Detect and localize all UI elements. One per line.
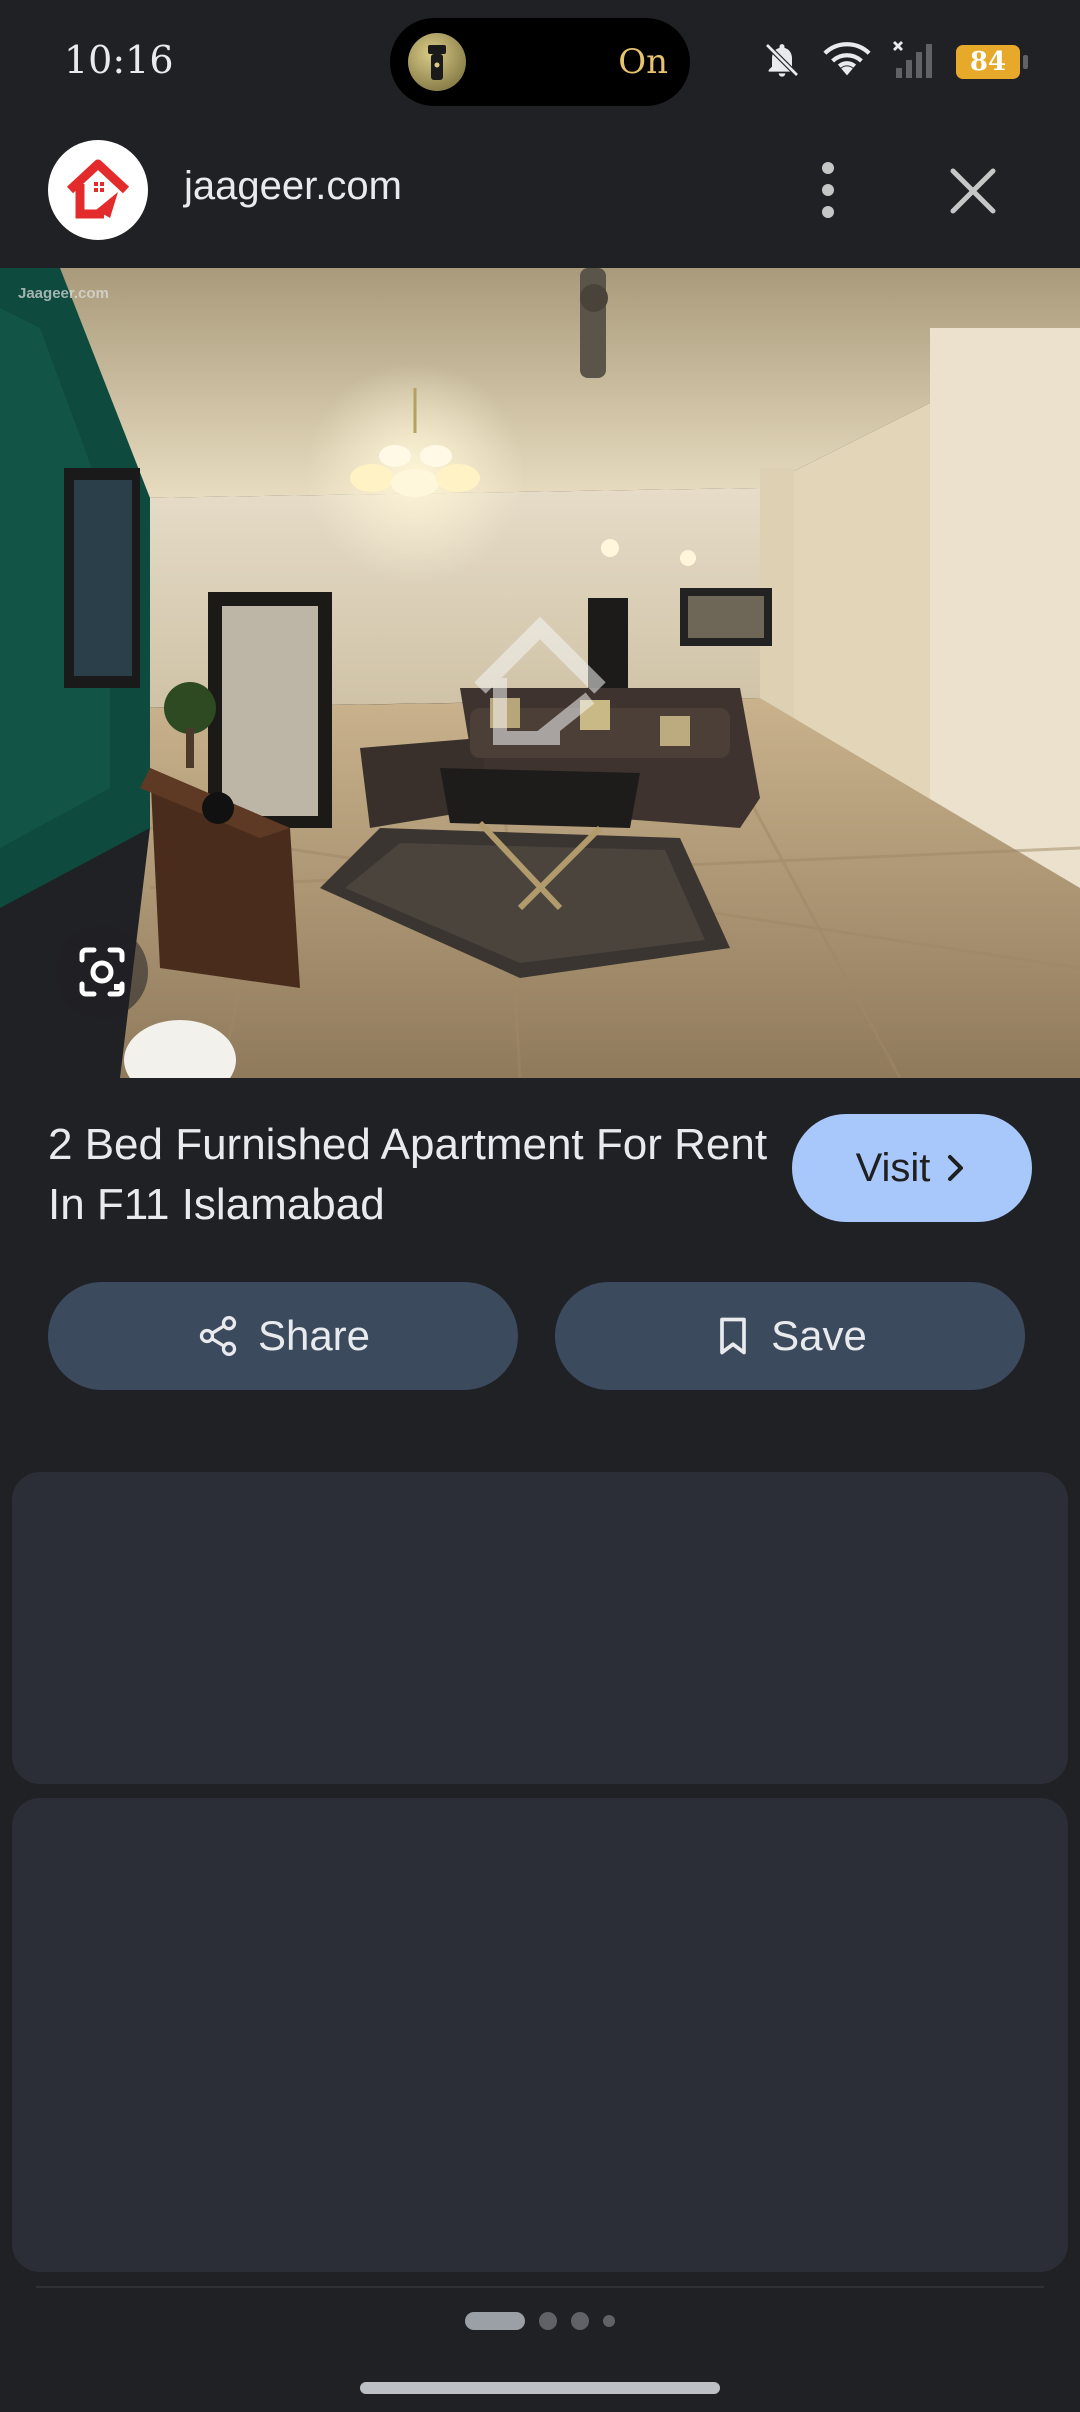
chevron-right-icon bbox=[948, 1155, 964, 1181]
site-logo[interactable] bbox=[48, 140, 148, 240]
battery-level: 84 bbox=[969, 47, 1007, 77]
close-button[interactable] bbox=[938, 156, 1008, 226]
divider bbox=[36, 2286, 1044, 2288]
listing-title: 2 Bed Furnished Apartment For Rent In F1… bbox=[48, 1120, 768, 1229]
google-lens-icon bbox=[79, 947, 125, 997]
bookmark-icon bbox=[720, 1317, 746, 1355]
page-header: jaageer.com bbox=[0, 130, 1080, 268]
close-icon bbox=[950, 168, 996, 214]
flashlight-icon bbox=[408, 33, 466, 91]
visit-label: Visit bbox=[855, 1145, 931, 1190]
save-button[interactable]: Save bbox=[555, 1282, 1025, 1390]
wifi-icon bbox=[822, 40, 872, 85]
more-options-button[interactable] bbox=[800, 154, 856, 226]
page-indicator[interactable] bbox=[0, 2312, 1080, 2330]
save-label: Save bbox=[771, 1312, 867, 1359]
flashlight-pill[interactable]: On bbox=[390, 18, 690, 106]
status-time: 10:16 bbox=[64, 38, 174, 82]
status-icons: 84 bbox=[762, 40, 1028, 85]
share-icon bbox=[199, 1316, 237, 1356]
page-dot[interactable] bbox=[539, 2312, 557, 2330]
image-watermark-text: Jaageer.com bbox=[18, 285, 109, 302]
google-lens-button[interactable] bbox=[56, 926, 148, 1018]
listing-image[interactable]: Jaageer.com bbox=[0, 268, 1080, 1078]
status-bar: 10:16 On 84 bbox=[0, 0, 1080, 130]
living-room-photo: Jaageer.com bbox=[0, 268, 1080, 1078]
screen: 10:16 On 84 jaageer.com Jaageer.com 2 Be… bbox=[0, 0, 1080, 2412]
page-dot-current[interactable] bbox=[465, 2312, 525, 2330]
loading-card-1 bbox=[12, 1472, 1068, 1784]
share-button[interactable]: Share bbox=[48, 1282, 518, 1390]
notifications-off-icon bbox=[762, 40, 802, 85]
signal-icon bbox=[892, 40, 936, 85]
share-label: Share bbox=[257, 1312, 371, 1359]
site-domain[interactable]: jaageer.com bbox=[184, 164, 402, 209]
page-dot[interactable] bbox=[571, 2312, 589, 2330]
battery-indicator: 84 bbox=[956, 45, 1028, 79]
home-indicator[interactable] bbox=[360, 2382, 720, 2394]
flashlight-state: On bbox=[618, 42, 668, 82]
page-dot[interactable] bbox=[603, 2315, 615, 2327]
jaageer-logo-icon bbox=[66, 159, 130, 219]
visit-button[interactable]: Visit bbox=[792, 1114, 1032, 1222]
more-vert-icon bbox=[822, 162, 834, 218]
loading-card-2 bbox=[12, 1798, 1068, 2272]
